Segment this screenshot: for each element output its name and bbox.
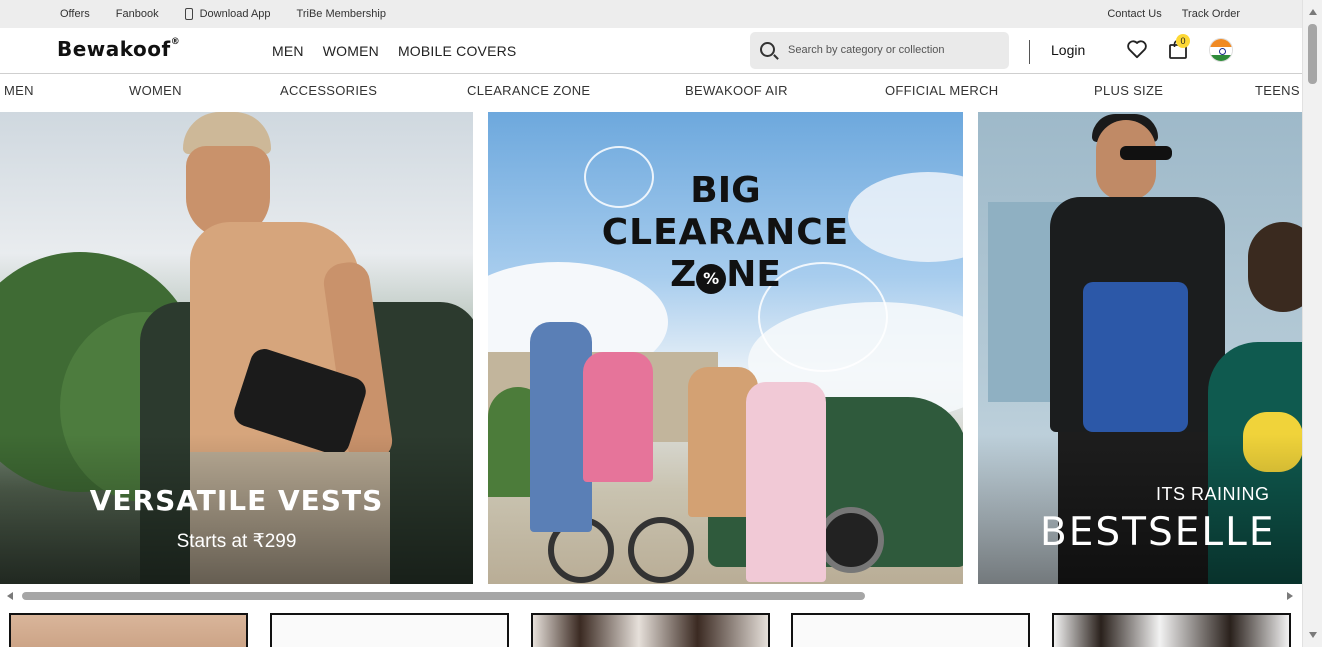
- page: Offers Fanbook Download App TriBe Member…: [0, 0, 1322, 647]
- product-card-image: [1054, 615, 1289, 647]
- banner-versatile-vests[interactable]: VERSATILE VESTS Starts at ₹299: [0, 112, 473, 584]
- category-official-merch[interactable]: OFFICIAL MERCH: [885, 83, 999, 98]
- banner-tshirt-graphic: [1083, 282, 1188, 432]
- banner-big-clearance-zone[interactable]: BIG CLEARANCE Z% NE: [488, 112, 963, 584]
- banner-subtitle: Starts at ₹299: [176, 531, 297, 552]
- product-card[interactable]: [1052, 613, 1291, 647]
- product-card-image: [272, 615, 507, 647]
- contact-us-link[interactable]: Contact Us: [1107, 8, 1161, 20]
- nav-mobile-covers[interactable]: MOBILE COVERS: [398, 43, 517, 59]
- product-card-row: [0, 613, 1302, 647]
- product-card-image: [533, 615, 768, 647]
- percent-icon: %: [696, 264, 727, 294]
- banner-model: [746, 382, 826, 582]
- phone-icon: [184, 8, 193, 20]
- top-utility-bar: Offers Fanbook Download App TriBe Member…: [0, 0, 1302, 28]
- scroll-thumb[interactable]: [22, 592, 865, 600]
- category-accessories[interactable]: ACCESSORIES: [280, 83, 377, 98]
- scroll-right-arrow-icon[interactable]: [1287, 592, 1293, 600]
- banner-title: BIG CLEARANCE Z% NE: [548, 170, 903, 296]
- product-card[interactable]: [791, 613, 1030, 647]
- top-left-links: Offers Fanbook Download App TriBe Member…: [60, 8, 412, 20]
- banner-title-ne: NE: [726, 254, 781, 295]
- search-box[interactable]: [750, 32, 1009, 69]
- tribe-membership-label: TriBe Membership: [296, 8, 386, 20]
- banner-title-line-3: Z% NE: [548, 254, 903, 296]
- logo-registered-mark: ®: [170, 37, 181, 48]
- category-plus-size[interactable]: PLUS SIZE: [1094, 83, 1163, 98]
- banner-car-wheel: [818, 507, 884, 573]
- scroll-down-arrow-icon[interactable]: [1309, 632, 1317, 638]
- banner-model-face: [1096, 120, 1156, 200]
- scroll-thumb[interactable]: [1308, 24, 1317, 84]
- download-app-label: Download App: [199, 8, 271, 20]
- offers-link[interactable]: Offers: [60, 8, 90, 20]
- product-card-image: [793, 615, 1028, 647]
- nav-men[interactable]: MEN: [272, 43, 304, 59]
- main-nav: MEN WOMEN MOBILE COVERS: [272, 43, 516, 59]
- heart-icon[interactable]: [1126, 39, 1148, 59]
- track-order-link[interactable]: Track Order: [1182, 8, 1240, 20]
- cart-count-badge: 0: [1176, 34, 1190, 48]
- banner-title-line-2: CLEARANCE: [601, 212, 850, 253]
- banner-subtitle: ITS RAINING: [1156, 484, 1270, 504]
- search-input[interactable]: [788, 41, 998, 59]
- nav-women[interactable]: WOMEN: [323, 43, 379, 59]
- product-card-image: [11, 615, 246, 647]
- banner-model: [583, 352, 653, 482]
- top-right-links: Contact Us Track Order: [1107, 8, 1240, 20]
- category-nav: MEN WOMEN ACCESSORIES CLEARANCE ZONE BEW…: [0, 74, 1302, 112]
- category-clearance-zone[interactable]: CLEARANCE ZONE: [467, 83, 590, 98]
- product-card[interactable]: [270, 613, 509, 647]
- offers-link-label: Offers: [60, 8, 90, 20]
- banner-second-model-hair: [1248, 222, 1302, 312]
- search-icon[interactable]: [760, 42, 775, 57]
- category-teens[interactable]: TEENS: [1255, 83, 1300, 98]
- banner-title: BESTSELLE: [1040, 510, 1276, 555]
- product-card[interactable]: [9, 613, 248, 647]
- logo-text: Bewakoof: [57, 37, 171, 61]
- bewakoof-logo[interactable]: Bewakoof®: [57, 37, 180, 61]
- site-header: Bewakoof® MEN WOMEN MOBILE COVERS Login …: [0, 28, 1302, 74]
- category-bewakoof-air[interactable]: BEWAKOOF AIR: [685, 83, 788, 98]
- scroll-left-arrow-icon[interactable]: [7, 592, 13, 600]
- banner-bestsellers[interactable]: ITS RAINING BESTSELLE: [978, 112, 1302, 584]
- sunglasses-icon: [1120, 146, 1172, 160]
- banner-title-line-1: BIG: [690, 170, 761, 211]
- category-women[interactable]: WOMEN: [129, 83, 182, 98]
- banner-horizontal-scrollbar[interactable]: [0, 588, 1302, 604]
- banner-shade: [978, 434, 1302, 584]
- login-button[interactable]: Login: [1051, 42, 1085, 58]
- fanbook-link[interactable]: Fanbook: [116, 8, 159, 20]
- scroll-up-arrow-icon[interactable]: [1309, 9, 1317, 15]
- tribe-membership-link[interactable]: TriBe Membership: [297, 8, 386, 20]
- category-men[interactable]: MEN: [4, 83, 34, 98]
- product-card[interactable]: [531, 613, 770, 647]
- banner-bicycle-wheel: [628, 517, 694, 583]
- banner-title-z: Z: [670, 254, 697, 295]
- india-flag-icon[interactable]: [1209, 38, 1233, 62]
- fanbook-link-label: Fanbook: [115, 8, 159, 20]
- header-divider: [1029, 40, 1030, 64]
- page-vertical-scrollbar[interactable]: [1302, 0, 1322, 647]
- download-app-link[interactable]: Download App: [184, 8, 271, 20]
- banner-title: VERSATILE VESTS: [89, 484, 384, 517]
